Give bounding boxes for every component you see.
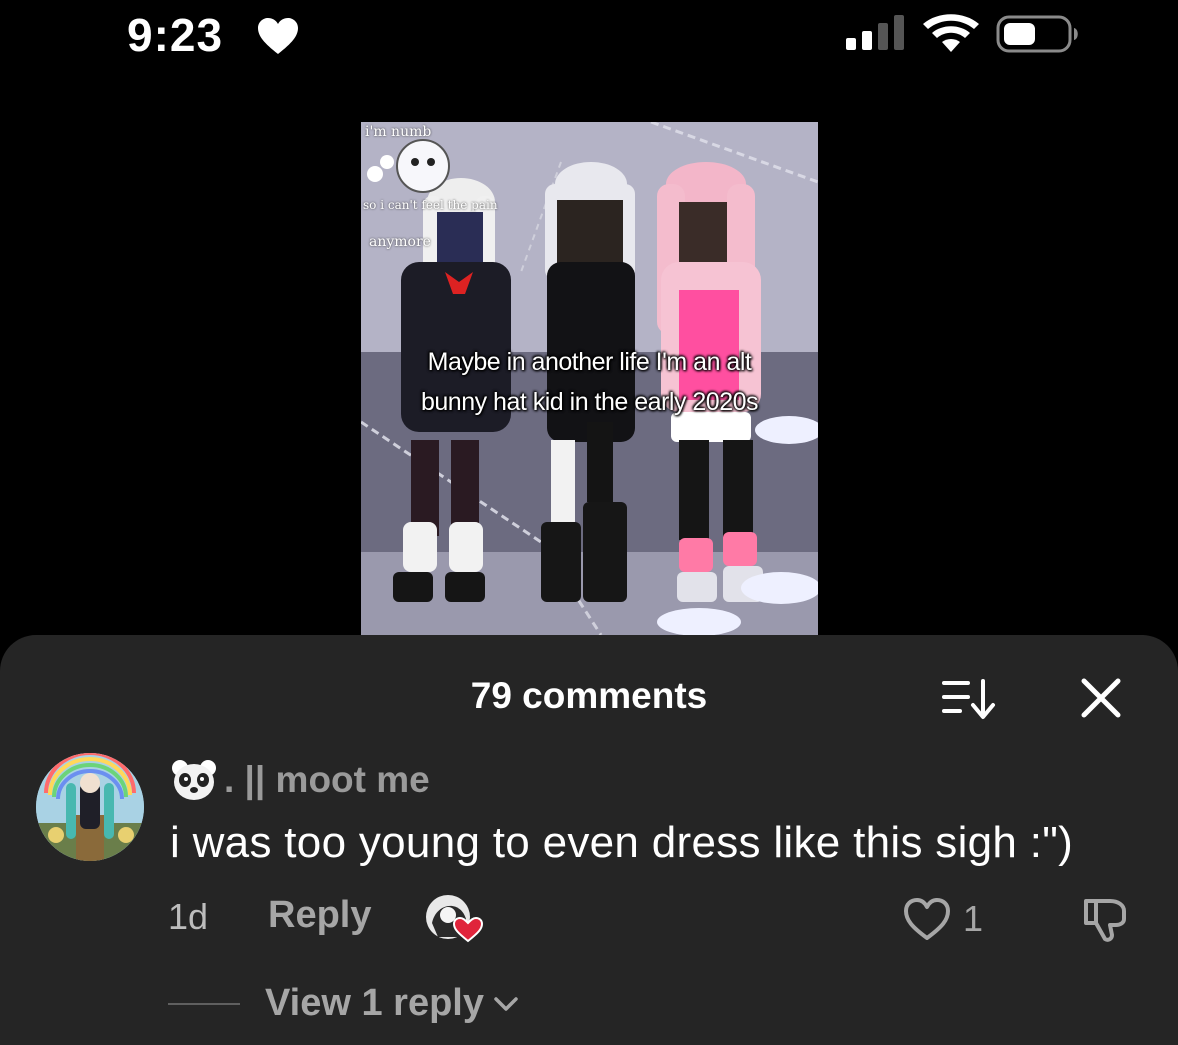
like-heart-icon[interactable] <box>902 896 952 942</box>
battery-icon <box>996 15 1078 53</box>
sticker-text-anymore: anymore <box>369 234 431 250</box>
video-thumbnail[interactable]: i'm numb so i can't feel the pain anymor… <box>361 122 818 635</box>
creator-liked-avatar-icon <box>426 895 484 943</box>
wifi-icon <box>923 14 979 52</box>
status-bar: 9:23 <box>0 0 1178 80</box>
replies-divider <box>168 1003 240 1005</box>
comment-username[interactable]: . || moot me <box>170 758 430 802</box>
video-caption-line2: bunny hat kid in the early 2020s <box>420 388 759 416</box>
view-replies-button[interactable]: View 1 reply <box>265 982 520 1025</box>
dislike-icon[interactable] <box>1080 893 1132 945</box>
sort-icon[interactable] <box>940 675 998 721</box>
video-caption-line1: Maybe in another life I'm an alt <box>427 348 752 376</box>
like-count: 1 <box>963 898 984 939</box>
screen: 9:23 i'm numb so i can't feel the pain a… <box>0 0 1178 1045</box>
comment-text: i was too young to even dress like this … <box>170 818 1074 867</box>
sticker-text-numb: i'm numb <box>365 124 432 140</box>
status-time: 9:23 <box>127 9 224 61</box>
heart-icon <box>258 18 298 54</box>
sticker-text-pain: so i can't feel the pain <box>363 198 498 212</box>
comments-count-title: 79 comments <box>470 675 708 716</box>
panda-icon <box>172 760 216 800</box>
avatar[interactable] <box>36 753 144 861</box>
video-caption: Maybe in another life I'm an alt bunny h… <box>361 342 818 422</box>
cellular-signal-icon <box>846 15 904 50</box>
comment-username-text: . || moot me <box>224 759 430 800</box>
avatar-image <box>36 753 144 861</box>
view-replies-label: View 1 reply <box>265 982 484 1024</box>
comment-timestamp: 1d <box>168 896 209 937</box>
reply-button[interactable]: Reply <box>268 894 371 937</box>
close-icon[interactable] <box>1076 673 1126 723</box>
chevron-down-icon <box>494 996 518 1011</box>
